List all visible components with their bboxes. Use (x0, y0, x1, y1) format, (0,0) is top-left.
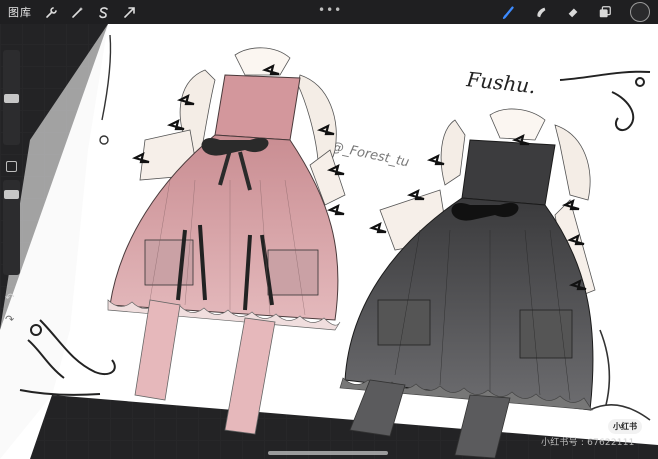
toolbar-left: 图库 (0, 4, 136, 20)
xiaohongshu-badge: 小红书 (608, 419, 642, 434)
canvas-area: Fushu. @_Forest_tu (0, 0, 658, 459)
undo-icon[interactable]: ↶ (5, 291, 14, 304)
redo-icon[interactable]: ↷ (5, 313, 14, 326)
brush-size-slider[interactable] (3, 50, 20, 145)
gallery-button[interactable]: 图库 (8, 4, 32, 20)
left-sidebar: ↶ ↷ (0, 50, 22, 330)
artwork-canvas[interactable]: Fushu. @_Forest_tu (0, 0, 658, 459)
transform-arrow-icon[interactable] (122, 5, 136, 19)
toolbar-right (502, 2, 650, 22)
wrench-icon[interactable] (44, 5, 58, 19)
eraser-icon[interactable] (566, 5, 580, 19)
more-options-dots[interactable]: ••• (318, 3, 342, 17)
selection-s-icon[interactable] (96, 5, 110, 19)
top-toolbar: 图库 ••• (0, 0, 658, 24)
xiaohongshu-id-watermark: 小红书号 : 67622111 (541, 438, 635, 448)
layers-icon[interactable] (598, 5, 612, 19)
smudge-icon[interactable] (534, 5, 548, 19)
eyedropper-modify-button[interactable] (6, 161, 17, 172)
magic-wand-icon[interactable] (70, 5, 84, 19)
brush-size-thumb[interactable] (4, 94, 19, 103)
color-picker[interactable] (630, 2, 650, 22)
procreate-app: Fushu. @_Forest_tu 图库 ••• ↶ ↷ 小红书 小红书号:… (0, 0, 658, 459)
home-indicator[interactable] (268, 451, 388, 455)
opacity-thumb[interactable] (4, 190, 19, 199)
brush-icon[interactable] (502, 5, 516, 19)
opacity-slider[interactable] (3, 180, 20, 275)
